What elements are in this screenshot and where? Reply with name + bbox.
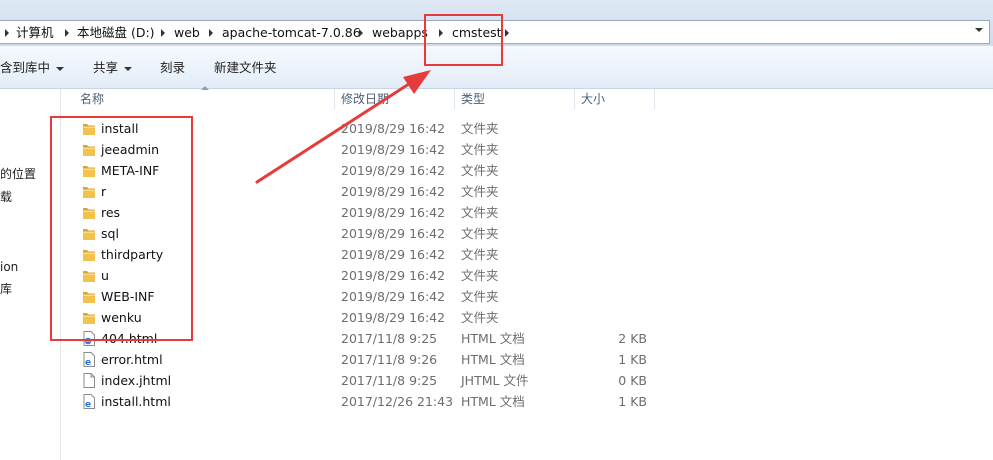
- file-row[interactable]: index.jhtml 2017/11/8 9:25 JHTML 文件 0 KB: [76, 370, 676, 391]
- column-divider[interactable]: [574, 89, 575, 109]
- nav-item-library[interactable]: 库: [0, 281, 12, 297]
- file-date-modified: 2017/11/8 9:25: [341, 331, 438, 346]
- file-date-modified: 2019/8/29 16:42: [341, 142, 446, 157]
- file-date-modified: 2017/11/8 9:26: [341, 352, 438, 367]
- file-size: [596, 202, 647, 223]
- annotation-box-cmstest: [424, 14, 503, 66]
- annotation-box-folders: [50, 116, 193, 341]
- breadcrumb-separator-icon[interactable]: [62, 25, 72, 41]
- file-size: [596, 223, 647, 244]
- file-type: 文件夹: [461, 205, 499, 220]
- file-type: 文件夹: [461, 226, 499, 241]
- file-size: 1 KB: [618, 352, 647, 367]
- file-type: 文件夹: [461, 289, 499, 304]
- file-date-modified: 2017/12/26 21:43: [341, 394, 454, 409]
- breadcrumb-computer[interactable]: 计算机: [16, 25, 54, 41]
- new-folder-button[interactable]: 新建文件夹: [214, 60, 277, 76]
- column-divider[interactable]: [454, 89, 455, 109]
- file-date-modified: 2019/8/29 16:42: [341, 247, 446, 262]
- file-size: [596, 307, 647, 328]
- column-divider[interactable]: [654, 89, 655, 109]
- column-header-size[interactable]: 大小: [581, 89, 605, 109]
- share-label: 共享: [93, 60, 119, 75]
- file-type: 文件夹: [461, 310, 499, 325]
- file-size: [596, 286, 647, 307]
- file-date-modified: 2019/8/29 16:42: [341, 226, 446, 241]
- file-size: [596, 160, 647, 181]
- file-size: [596, 139, 647, 160]
- burn-button[interactable]: 刻录: [160, 60, 185, 76]
- file-type: JHTML 文件: [461, 373, 529, 388]
- file-name: index.jhtml: [101, 373, 172, 388]
- file-date-modified: 2019/8/29 16:42: [341, 205, 446, 220]
- chevron-down-icon: [124, 66, 133, 71]
- blank-file-icon: [82, 373, 96, 388]
- breadcrumb-tomcat[interactable]: apache-tomcat-7.0.86: [222, 25, 361, 41]
- nav-item-downloads[interactable]: 载: [0, 189, 12, 205]
- file-type: 文件夹: [461, 184, 499, 199]
- file-type: 文件夹: [461, 247, 499, 262]
- file-size: [596, 244, 647, 265]
- breadcrumb-separator-icon[interactable]: [502, 25, 512, 41]
- chevron-down-icon: [56, 66, 65, 71]
- file-date-modified: 2019/8/29 16:42: [341, 184, 446, 199]
- file-type: 文件夹: [461, 121, 499, 136]
- nav-item-collection[interactable]: ion: [0, 259, 18, 275]
- column-header-name[interactable]: 名称: [80, 89, 104, 109]
- file-date-modified: 2019/8/29 16:42: [341, 268, 446, 283]
- breadcrumb-web[interactable]: web: [174, 25, 200, 41]
- file-type: 文件夹: [461, 142, 499, 157]
- file-type: HTML 文档: [461, 352, 525, 367]
- include-in-library-button[interactable]: 含到库中: [0, 60, 65, 76]
- file-type: 文件夹: [461, 268, 499, 283]
- file-size: 0 KB: [618, 373, 647, 388]
- column-divider[interactable]: [334, 89, 335, 109]
- nav-item-recent-places[interactable]: 的位置: [0, 166, 36, 182]
- file-date-modified: 2019/8/29 16:42: [341, 163, 446, 178]
- ie-file-icon: e: [82, 352, 96, 368]
- file-size: 2 KB: [618, 331, 647, 346]
- svg-text:e: e: [85, 358, 91, 367]
- breadcrumb-separator-icon[interactable]: [206, 25, 216, 41]
- file-type: HTML 文档: [461, 394, 525, 409]
- address-dropdown-icon[interactable]: [975, 28, 983, 32]
- file-size: 1 KB: [618, 394, 647, 409]
- share-button[interactable]: 共享: [93, 60, 133, 76]
- column-header-date-modified[interactable]: 修改日期: [341, 89, 389, 109]
- file-row[interactable]: e install.html 2017/12/26 21:43 HTML 文档 1 KB: [76, 391, 676, 412]
- file-size: [596, 118, 647, 139]
- file-type: HTML 文档: [461, 331, 525, 346]
- file-name: error.html: [101, 352, 163, 367]
- sort-ascending-icon: [201, 86, 209, 90]
- file-size: [596, 265, 647, 286]
- ie-file-icon: e: [82, 394, 96, 410]
- breadcrumb-separator-icon[interactable]: [158, 25, 168, 41]
- breadcrumb-local-disk[interactable]: 本地磁盘 (D:): [77, 25, 155, 41]
- file-date-modified: 2019/8/29 16:42: [341, 310, 446, 325]
- file-date-modified: 2019/8/29 16:42: [341, 121, 446, 136]
- file-date-modified: 2017/11/8 9:25: [341, 373, 438, 388]
- file-size: [596, 181, 647, 202]
- breadcrumb-separator-icon[interactable]: [2, 25, 12, 41]
- file-name: install.html: [101, 394, 171, 409]
- include-in-library-label: 含到库中: [0, 60, 51, 75]
- file-type: 文件夹: [461, 163, 499, 178]
- breadcrumb-webapps[interactable]: webapps: [372, 25, 428, 41]
- column-header-type[interactable]: 类型: [461, 89, 485, 109]
- file-date-modified: 2019/8/29 16:42: [341, 289, 446, 304]
- breadcrumb-separator-icon[interactable]: [356, 25, 366, 41]
- file-row[interactable]: e error.html 2017/11/8 9:26 HTML 文档 1 KB: [76, 349, 676, 370]
- svg-text:e: e: [85, 400, 91, 409]
